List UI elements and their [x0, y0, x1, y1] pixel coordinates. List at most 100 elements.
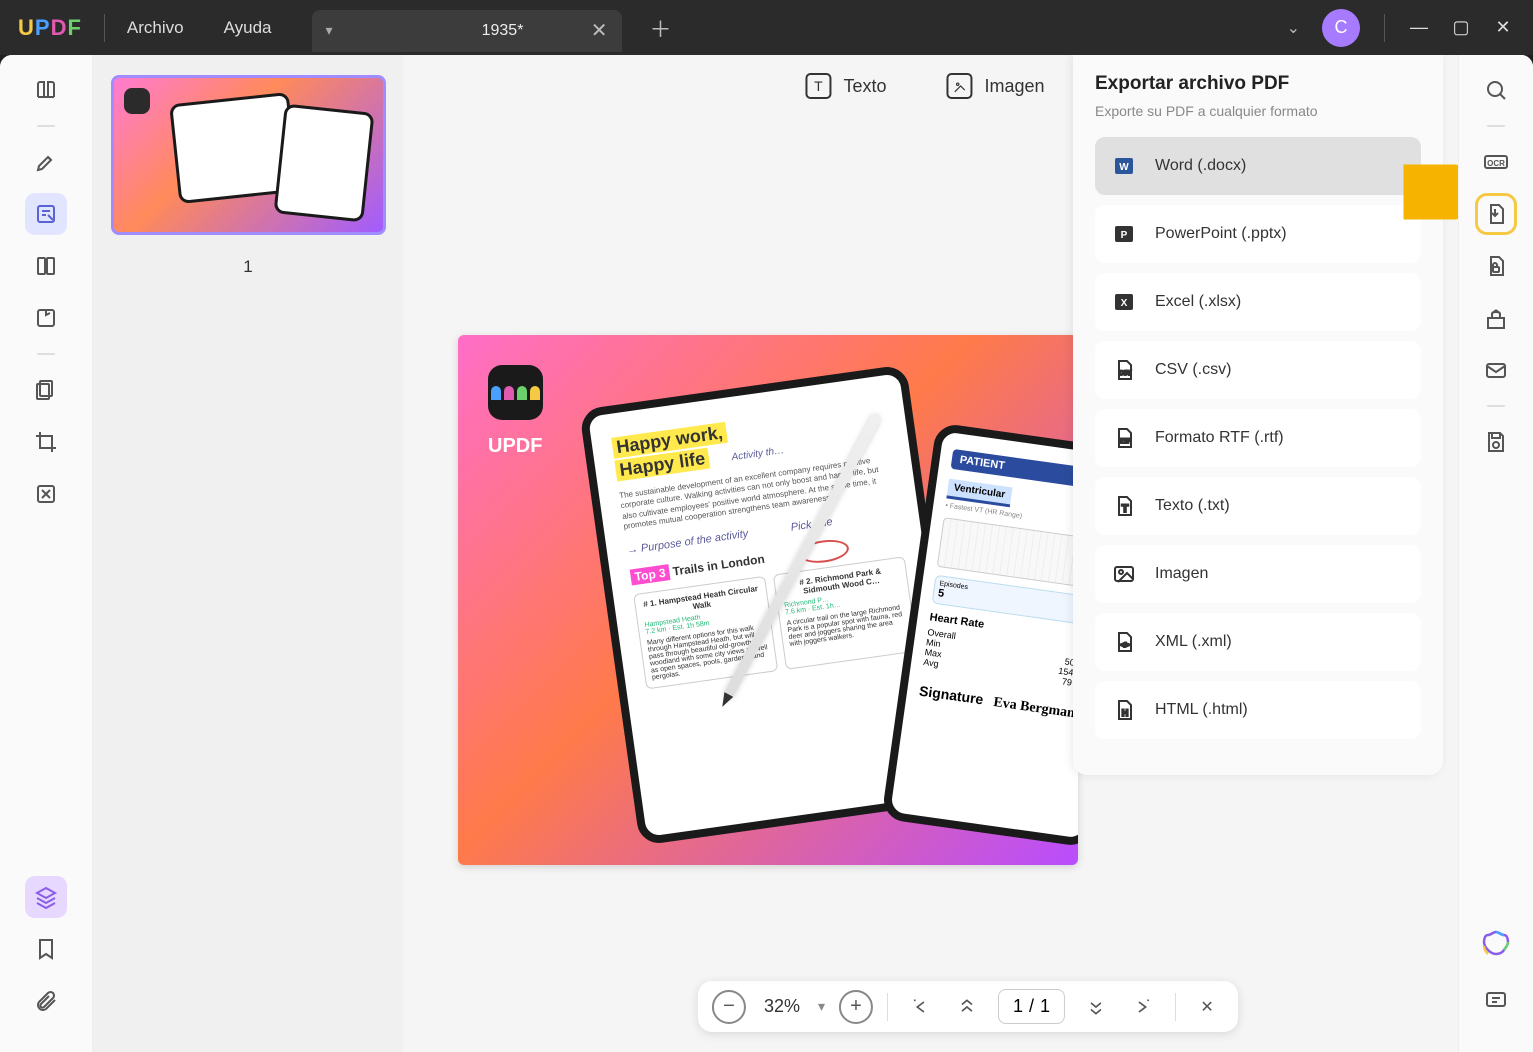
tab-close-button[interactable]: ✕: [591, 18, 608, 43]
image-tool[interactable]: Imagen: [946, 73, 1044, 99]
export-option-xml[interactable]: </> XML (.xml): [1095, 613, 1421, 671]
toolbar-separator: [887, 993, 888, 1021]
thumbnail-page-number: 1: [243, 257, 252, 277]
app-body: 1 T Texto Imagen UPDF: [0, 55, 1533, 1052]
app-logo: UPDF: [18, 15, 82, 41]
add-tab-button[interactable]: ＋: [650, 12, 672, 44]
text-file-icon: T: [1111, 493, 1137, 519]
svg-text:X: X: [1121, 298, 1128, 309]
comments-button[interactable]: [1475, 980, 1517, 1022]
image-tool-label: Imagen: [984, 76, 1044, 97]
layers-button[interactable]: [25, 876, 67, 918]
rail-divider: [37, 353, 55, 355]
sign-button[interactable]: [25, 297, 67, 339]
text-tool-label: Texto: [843, 76, 886, 97]
toolbar-separator: [1175, 993, 1176, 1021]
page-thumbnail[interactable]: [111, 75, 386, 235]
window-controls: ⌄ C — ▢ ✕: [1287, 9, 1533, 47]
organize-pages-button[interactable]: [25, 369, 67, 411]
email-button[interactable]: [1475, 349, 1517, 391]
window-maximize-button[interactable]: ▢: [1451, 17, 1471, 38]
prev-page-button[interactable]: [950, 990, 984, 1024]
highlighter-button[interactable]: [25, 141, 67, 183]
svg-text:H: H: [1122, 708, 1129, 718]
export-option-label: HTML (.html): [1155, 701, 1248, 719]
image-file-icon: [1111, 561, 1137, 587]
xml-file-icon: </>: [1111, 629, 1137, 655]
search-button[interactable]: [1475, 69, 1517, 111]
dropdown-icon[interactable]: ⌄: [1287, 18, 1300, 38]
form-button[interactable]: [25, 245, 67, 287]
pdf-page[interactable]: UPDF Happy work, Happy life Activity th……: [458, 335, 1078, 865]
protect-button[interactable]: [1475, 245, 1517, 287]
user-avatar[interactable]: C: [1322, 9, 1360, 47]
export-option-label: PowerPoint (.pptx): [1155, 225, 1287, 243]
share-button[interactable]: [1475, 297, 1517, 339]
export-option-rtf[interactable]: RTF Formato RTF (.rtf): [1095, 409, 1421, 467]
export-option-label: Texto (.txt): [1155, 497, 1230, 515]
menu-file[interactable]: Archivo: [127, 18, 184, 38]
svg-text:OCR: OCR: [1487, 159, 1505, 168]
save-button[interactable]: [1475, 421, 1517, 463]
export-option-text[interactable]: T Texto (.txt): [1095, 477, 1421, 535]
text-tool[interactable]: T Texto: [805, 73, 886, 99]
page-number-field[interactable]: 1 / 1: [998, 989, 1065, 1024]
rtf-file-icon: RTF: [1111, 425, 1137, 451]
rail-divider: [1487, 405, 1505, 407]
svg-text:RTF: RTF: [1119, 439, 1131, 445]
thumb-logo-icon: [124, 88, 150, 114]
export-option-label: Excel (.xlsx): [1155, 293, 1241, 311]
export-title: Exportar archivo PDF: [1095, 73, 1421, 95]
window-close-button[interactable]: ✕: [1493, 17, 1513, 38]
left-rail: [0, 55, 93, 1052]
svg-text:P: P: [1121, 230, 1128, 241]
heart-rate-block: Heart Rate Overall Min50 bpm Max154 bpm …: [923, 611, 1078, 690]
hand-note: Purpose of the activity: [640, 527, 749, 554]
zoom-in-button[interactable]: +: [839, 990, 873, 1024]
export-option-excel[interactable]: X Excel (.xlsx): [1095, 273, 1421, 331]
hand-note-right: Activity th…: [731, 445, 785, 463]
attachment-button[interactable]: [25, 980, 67, 1022]
text-icon: T: [805, 73, 831, 99]
export-option-html[interactable]: H HTML (.html): [1095, 681, 1421, 739]
window-minimize-button[interactable]: —: [1409, 17, 1429, 38]
last-page-button[interactable]: [1127, 990, 1161, 1024]
export-option-label: CSV (.csv): [1155, 361, 1231, 379]
svg-text:CSV: CSV: [1119, 371, 1131, 377]
document-tab[interactable]: ▾ 1935* ✕: [312, 10, 622, 52]
close-toolbar-button[interactable]: ✕: [1190, 990, 1224, 1024]
tab-chevron-icon: ▾: [326, 22, 333, 39]
ai-assistant-button[interactable]: [1480, 928, 1512, 960]
export-option-label: Word (.docx): [1155, 157, 1246, 175]
signature-label: Signature Eva Bergman: [918, 683, 1078, 724]
page-logo-icon: [488, 365, 543, 420]
bookmark-button[interactable]: [25, 928, 67, 970]
titlebar-separator: [104, 14, 105, 42]
export-panel: Exportar archivo PDF Exporte su PDF a cu…: [1073, 55, 1443, 775]
next-page-button[interactable]: [1079, 990, 1113, 1024]
zoom-dropdown-icon[interactable]: ▾: [818, 998, 825, 1015]
word-file-icon: W: [1111, 153, 1137, 179]
page-separator: /: [1029, 996, 1034, 1017]
rail-divider: [37, 125, 55, 127]
export-option-word[interactable]: W Word (.docx): [1095, 137, 1421, 195]
export-option-powerpoint[interactable]: P PowerPoint (.pptx): [1095, 205, 1421, 263]
first-page-button[interactable]: [902, 990, 936, 1024]
right-rail: OCR: [1458, 55, 1533, 1052]
export-option-csv[interactable]: CSV CSV (.csv): [1095, 341, 1421, 399]
menu-help[interactable]: Ayuda: [224, 18, 272, 38]
document-viewport: T Texto Imagen UPDF Happy work, Happy: [403, 55, 1533, 1052]
svg-text:T: T: [1122, 503, 1129, 515]
zoom-value: 32%: [764, 996, 800, 1017]
export-subtitle: Exporte su PDF a cualquier formato: [1095, 103, 1421, 119]
export-button[interactable]: [1475, 193, 1517, 235]
redact-button[interactable]: [25, 473, 67, 515]
zoom-out-button[interactable]: −: [712, 990, 746, 1024]
crop-button[interactable]: [25, 421, 67, 463]
image-icon: [946, 73, 972, 99]
svg-text:</>: </>: [1121, 643, 1130, 649]
reader-mode-button[interactable]: [25, 69, 67, 111]
ocr-button[interactable]: OCR: [1475, 141, 1517, 183]
export-option-image[interactable]: Imagen: [1095, 545, 1421, 603]
edit-button[interactable]: [25, 193, 67, 235]
